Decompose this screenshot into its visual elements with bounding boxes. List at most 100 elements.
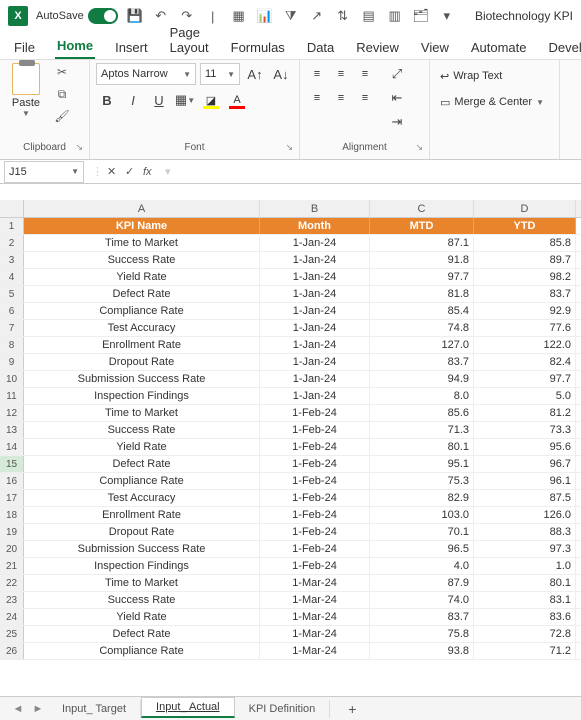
row-header[interactable]: 23	[0, 592, 24, 608]
row-header[interactable]: 2	[0, 235, 24, 251]
cell[interactable]: 83.7	[370, 609, 474, 625]
sheet-nav-next[interactable]: ►	[28, 703, 48, 715]
cancel-formula-button[interactable]: ✕	[107, 165, 125, 178]
align-top-button[interactable]: ≡	[306, 63, 328, 85]
cell[interactable]: 1-Feb-24	[260, 558, 370, 574]
cell[interactable]: 92.9	[474, 303, 576, 319]
calc-icon[interactable]: 🗂	[412, 7, 430, 25]
borders-button[interactable]: ▦▼	[174, 89, 196, 111]
row-header[interactable]: 19	[0, 524, 24, 540]
fill-color-button[interactable]: ◪	[200, 89, 222, 111]
cell[interactable]: 5.0	[474, 388, 576, 404]
cell[interactable]: 74.8	[370, 320, 474, 336]
column-header[interactable]: A	[24, 200, 260, 217]
row-header[interactable]: 12	[0, 405, 24, 421]
cell[interactable]: 1-Jan-24	[260, 286, 370, 302]
cell[interactable]: Dropout Rate	[24, 354, 260, 370]
cell[interactable]: 1-Jan-24	[260, 252, 370, 268]
cell[interactable]: Defect Rate	[24, 626, 260, 642]
cell[interactable]: 1-Feb-24	[260, 473, 370, 489]
row-header[interactable]: 9	[0, 354, 24, 370]
cell-header[interactable]: Month	[260, 218, 370, 234]
cell[interactable]: 1-Jan-24	[260, 235, 370, 251]
cell[interactable]: 1-Mar-24	[260, 609, 370, 625]
cell[interactable]: 71.2	[474, 643, 576, 659]
formula-input[interactable]	[175, 161, 581, 183]
cell[interactable]: 4.0	[370, 558, 474, 574]
cell[interactable]: Time to Market	[24, 405, 260, 421]
cell[interactable]: 81.8	[370, 286, 474, 302]
increase-indent-button[interactable]: ⇥	[386, 111, 408, 133]
cell[interactable]: 87.1	[370, 235, 474, 251]
cell[interactable]: 82.4	[474, 354, 576, 370]
sheet-tab-kpi-definition[interactable]: KPI Definition	[235, 700, 331, 718]
cell[interactable]: Defect Rate	[24, 286, 260, 302]
cell[interactable]: 1-Feb-24	[260, 524, 370, 540]
dialog-launcher-icon[interactable]: ↘	[75, 142, 83, 153]
tab-insert[interactable]: Insert	[113, 36, 150, 59]
dialog-launcher-icon[interactable]: ↘	[415, 142, 423, 153]
cell[interactable]: 83.7	[370, 354, 474, 370]
sheet-tab-input-target[interactable]: Input_ Target	[48, 700, 141, 718]
decrease-font-button[interactable]: A↓	[270, 63, 292, 85]
tab-data[interactable]: Data	[305, 36, 336, 59]
sort-icon[interactable]: ⇅	[334, 7, 352, 25]
row-header[interactable]: 20	[0, 541, 24, 557]
cell[interactable]: 96.1	[474, 473, 576, 489]
cell[interactable]: 96.5	[370, 541, 474, 557]
row-header[interactable]: 10	[0, 371, 24, 387]
row-header[interactable]: 26	[0, 643, 24, 659]
wrap-text-button[interactable]: ↩Wrap Text	[436, 65, 548, 87]
column-header[interactable]: B	[260, 200, 370, 217]
row-header[interactable]: 8	[0, 337, 24, 353]
cell[interactable]: 122.0	[474, 337, 576, 353]
cell[interactable]: 1-Jan-24	[260, 303, 370, 319]
name-box[interactable]: J15▼	[4, 161, 84, 183]
tab-home[interactable]: Home	[55, 34, 95, 59]
cell[interactable]: 1-Mar-24	[260, 643, 370, 659]
row-header[interactable]: 24	[0, 609, 24, 625]
cell[interactable]: Yield Rate	[24, 269, 260, 285]
share-icon[interactable]: ↗	[308, 7, 326, 25]
sheet-tab-input-actual[interactable]: Input_ Actual	[141, 697, 235, 718]
copy-button[interactable]: ⧉	[52, 85, 72, 103]
tab-review[interactable]: Review	[354, 36, 401, 59]
cell[interactable]: 1-Feb-24	[260, 456, 370, 472]
row-header[interactable]: 6	[0, 303, 24, 319]
orientation-button[interactable]: ⤢	[386, 63, 408, 85]
bold-button[interactable]: B	[96, 89, 118, 111]
cell[interactable]: Inspection Findings	[24, 558, 260, 574]
merge-center-button[interactable]: ▭Merge & Center▼	[436, 91, 548, 113]
enter-formula-button[interactable]: ✓	[125, 165, 143, 178]
cell[interactable]: 93.8	[370, 643, 474, 659]
cell[interactable]: 1-Jan-24	[260, 320, 370, 336]
cell[interactable]: 81.2	[474, 405, 576, 421]
cell[interactable]: 96.7	[474, 456, 576, 472]
cell[interactable]: 103.0	[370, 507, 474, 523]
row-header[interactable]: 7	[0, 320, 24, 336]
cell[interactable]: Submission Success Rate	[24, 371, 260, 387]
cell[interactable]: 97.3	[474, 541, 576, 557]
column-header[interactable]: D	[474, 200, 576, 217]
cell[interactable]: 80.1	[370, 439, 474, 455]
cell[interactable]: 77.6	[474, 320, 576, 336]
cell[interactable]: 72.8	[474, 626, 576, 642]
cell[interactable]: 85.6	[370, 405, 474, 421]
cell[interactable]: Dropout Rate	[24, 524, 260, 540]
cell[interactable]: 71.3	[370, 422, 474, 438]
cell[interactable]: Compliance Rate	[24, 303, 260, 319]
sheet-nav-prev[interactable]: ◄	[8, 703, 28, 715]
row-header[interactable]: 17	[0, 490, 24, 506]
row-header[interactable]: 14	[0, 439, 24, 455]
cell[interactable]: 1-Feb-24	[260, 490, 370, 506]
row-header[interactable]: 18	[0, 507, 24, 523]
toggle-on-icon[interactable]	[88, 8, 118, 24]
cell[interactable]: 95.1	[370, 456, 474, 472]
cell[interactable]: Defect Rate	[24, 456, 260, 472]
cell[interactable]: 97.7	[474, 371, 576, 387]
cell[interactable]: 95.6	[474, 439, 576, 455]
cell[interactable]: Inspection Findings	[24, 388, 260, 404]
filter-icon[interactable]: ⧩	[282, 7, 300, 25]
align-bottom-button[interactable]: ≡	[354, 63, 376, 85]
cell[interactable]: Test Accuracy	[24, 320, 260, 336]
